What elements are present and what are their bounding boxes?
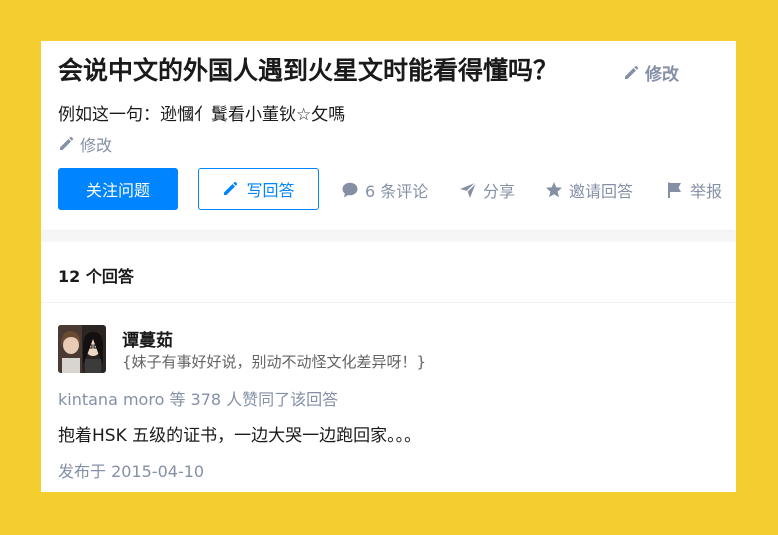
answer-content: 抱着HSK 五级的证书，一边大哭一边跑回家。。。 xyxy=(58,426,422,446)
pencil-icon xyxy=(623,65,639,81)
author-name[interactable]: 谭蔓茹 xyxy=(122,326,173,351)
share-label: 分享 xyxy=(483,182,516,201)
share-button[interactable]: 分享 xyxy=(459,178,515,202)
divider xyxy=(41,302,736,303)
star-icon xyxy=(545,181,563,199)
follow-question-button[interactable]: 关注问题 xyxy=(58,168,178,210)
pencil-icon xyxy=(222,181,238,197)
write-answer-button[interactable]: 写回答 xyxy=(198,168,319,210)
edit-description-button[interactable]: 修改 xyxy=(58,132,112,156)
pencil-icon xyxy=(58,136,74,152)
section-separator xyxy=(41,232,736,242)
invite-answer-button[interactable]: 邀请回答 xyxy=(545,178,633,202)
invite-label: 邀请回答 xyxy=(569,182,634,201)
avatar[interactable] xyxy=(58,325,106,373)
flag-icon xyxy=(666,181,684,199)
question-page-card: 会说中文的外国人遇到火星文时能看得懂吗？ 修改 例如这一句：逊慖亻鬒看小董钬☆攵… xyxy=(41,41,736,492)
edit-title-label: 修改 xyxy=(645,65,679,85)
answers-count: 12 个回答 xyxy=(58,267,134,286)
comments-button[interactable]: 6 条评论 xyxy=(341,178,428,202)
publish-date[interactable]: 发布于 2015-04-10 xyxy=(58,458,204,482)
question-description: 例如这一句：逊慖亻鬒看小董钬☆攵嗎 xyxy=(58,105,346,125)
comment-icon xyxy=(341,181,359,199)
share-icon xyxy=(459,181,477,199)
edit-title-button[interactable]: 修改 xyxy=(623,60,679,85)
voters-summary[interactable]: kintana moro 等 378 人赞同了该回答 xyxy=(58,386,338,410)
edit-description-label: 修改 xyxy=(80,136,113,155)
author-bio: {妹子有事好好说，别动不动怪文化差异呀！} xyxy=(122,353,427,371)
write-answer-label: 写回答 xyxy=(246,181,295,200)
report-button[interactable]: 举报 xyxy=(666,178,722,202)
report-label: 举报 xyxy=(690,182,723,201)
question-title: 会说中文的外国人遇到火星文时能看得懂吗？ xyxy=(58,56,559,85)
comments-label: 6 条评论 xyxy=(365,182,429,201)
question-header: 会说中文的外国人遇到火星文时能看得懂吗？ 修改 例如这一句：逊慖亻鬒看小董钬☆攵… xyxy=(41,41,736,230)
